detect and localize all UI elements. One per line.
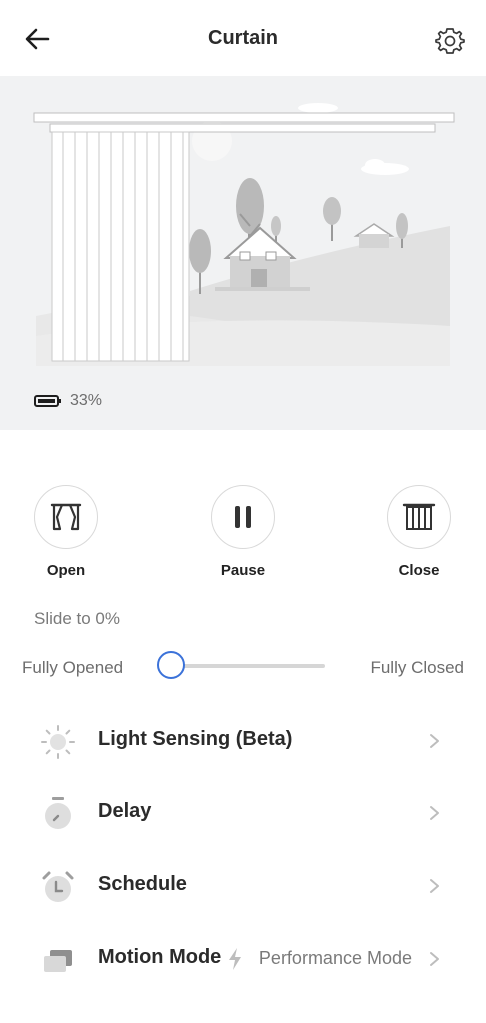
chevron-right-icon bbox=[430, 806, 439, 820]
curtain-open-icon bbox=[50, 503, 82, 531]
lightning-icon bbox=[229, 948, 241, 970]
gear-icon bbox=[435, 28, 465, 54]
curtain-illustration bbox=[33, 103, 455, 366]
curtain-preview: 33% bbox=[0, 76, 486, 430]
motion-mode-icon bbox=[44, 950, 72, 972]
menu-label-light-sensing: Light Sensing (Beta) bbox=[98, 728, 293, 750]
curtain-panel bbox=[51, 131, 190, 362]
battery-level: 33% bbox=[70, 392, 103, 409]
pause-button[interactable] bbox=[211, 485, 275, 549]
close-button[interactable] bbox=[387, 485, 451, 549]
menu-label-motion-mode: Motion Mode bbox=[98, 946, 222, 968]
motion-mode-value: Performance Mode bbox=[258, 948, 412, 968]
pause-label: Pause bbox=[220, 562, 266, 579]
chevron-right-icon bbox=[430, 734, 439, 748]
chevron-right-icon bbox=[430, 952, 439, 966]
pause-icon bbox=[235, 506, 251, 528]
page-title: Curtain bbox=[208, 27, 278, 49]
chevron-right-icon bbox=[430, 879, 439, 893]
position-slider-thumb[interactable] bbox=[157, 651, 185, 679]
position-slider-track[interactable] bbox=[168, 664, 325, 668]
curtain-closed-icon bbox=[402, 503, 436, 530]
sun-icon bbox=[41, 725, 75, 759]
battery-icon bbox=[34, 395, 61, 407]
menu-label-schedule: Schedule bbox=[98, 873, 187, 895]
menu-item-light-sensing[interactable]: Light Sensing (Beta) bbox=[0, 710, 486, 770]
open-label: Open bbox=[46, 562, 86, 579]
open-button[interactable] bbox=[34, 485, 98, 549]
slider-min-label: Fully Opened bbox=[22, 658, 124, 677]
header: Curtain bbox=[0, 0, 486, 76]
menu-item-delay[interactable]: Delay bbox=[0, 782, 486, 842]
close-label: Close bbox=[398, 562, 440, 579]
settings-button[interactable] bbox=[434, 25, 466, 57]
battery-status: 33% bbox=[34, 392, 102, 410]
pause-control: Pause bbox=[183, 485, 303, 579]
slider-caption: Slide to 0% bbox=[34, 609, 120, 628]
menu-item-schedule[interactable]: Schedule bbox=[0, 855, 486, 915]
menu-label-delay: Delay bbox=[98, 800, 152, 822]
close-control: Close bbox=[359, 485, 479, 579]
alarm-clock-icon bbox=[42, 871, 74, 902]
menu-item-motion-mode[interactable]: Motion Mode Performance Mode bbox=[0, 928, 486, 988]
stopwatch-icon bbox=[45, 797, 71, 829]
slider-max-label: Fully Closed bbox=[370, 658, 464, 677]
open-control: Open bbox=[6, 485, 126, 579]
